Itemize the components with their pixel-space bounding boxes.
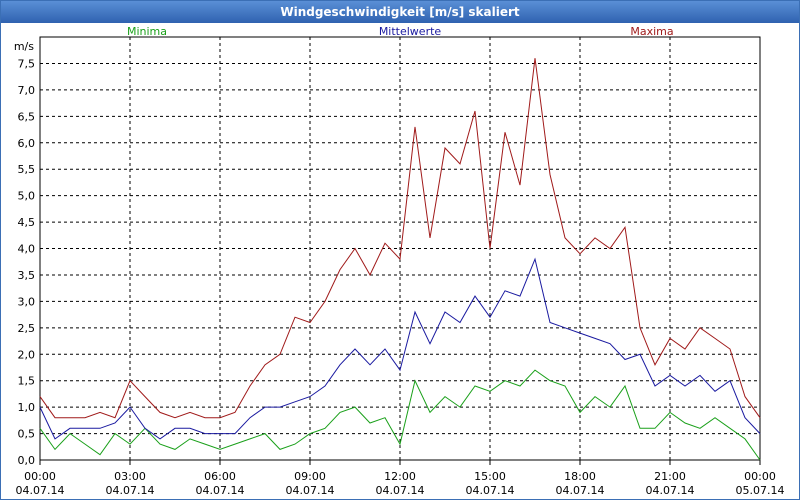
y-tick-label: 1,5 [18, 375, 36, 388]
x-tick-time: 00:00 [24, 470, 56, 483]
y-tick-label: 7,5 [18, 57, 36, 70]
y-tick-label: 6,5 [18, 110, 36, 123]
x-tick-date: 04.07.14 [466, 484, 515, 497]
x-tick-date: 04.07.14 [556, 484, 605, 497]
y-tick-label: 1,0 [18, 401, 36, 414]
y-tick-label: 5,0 [18, 190, 36, 203]
x-tick-time: 12:00 [384, 470, 416, 483]
x-tick-date: 04.07.14 [646, 484, 695, 497]
legend-maxima: Maxima [630, 25, 673, 38]
y-tick-label: 6,0 [18, 137, 36, 150]
x-tick-time: 03:00 [114, 470, 146, 483]
y-tick-label: 3,0 [18, 295, 36, 308]
y-tick-label: 2,5 [18, 322, 36, 335]
y-tick-label: 0,5 [18, 428, 36, 441]
y-tick-label: 4,0 [18, 243, 36, 256]
y-tick-label: 0,0 [18, 454, 36, 467]
x-tick-time: 09:00 [294, 470, 326, 483]
x-tick-time: 06:00 [204, 470, 236, 483]
x-tick-date: 05.07.14 [736, 484, 785, 497]
y-tick-label: 2,0 [18, 348, 36, 361]
y-tick-label: 5,5 [18, 163, 36, 176]
y-tick-label: 7,0 [18, 84, 36, 97]
x-tick-time: 15:00 [474, 470, 506, 483]
x-tick-date: 04.07.14 [196, 484, 245, 497]
line-chart: 0,0 0,5 1,0 1,5 2,0 2,5 3,0 3,5 4,0 4,5 5,0 5,5 6,0 6… [14, 25, 785, 497]
x-tick-date: 04.07.14 [16, 484, 65, 497]
legend-mittelwerte: Mittelwerte [379, 25, 442, 38]
y-axis-label: m/s [14, 40, 34, 53]
x-tick-date: 04.07.14 [376, 484, 425, 497]
y-tick-label: 4,5 [18, 216, 36, 229]
x-tick-date: 04.07.14 [286, 484, 335, 497]
x-tick-time: 00:00 [744, 470, 776, 483]
x-tick-time: 21:00 [654, 470, 686, 483]
legend-minima: Minima [127, 25, 167, 38]
x-tick-time: 18:00 [564, 470, 596, 483]
y-tick-label: 3,5 [18, 269, 36, 282]
x-tick-date: 04.07.14 [106, 484, 155, 497]
